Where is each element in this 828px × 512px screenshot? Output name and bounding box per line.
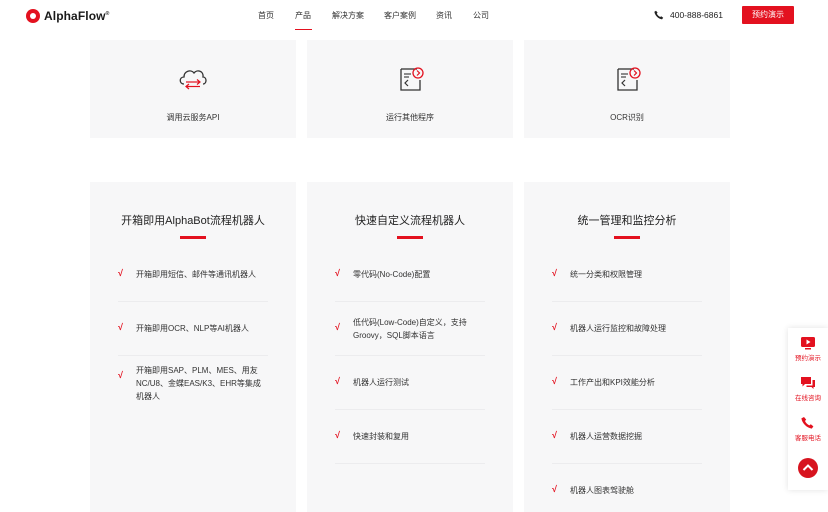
feature-column-management: 统一管理和监控分析 √ 统一分类和权限管理 √ 机器人运行监控和故障处理 √ 工… [524,182,730,512]
feature-item: √ 开箱即用短信、邮件等通讯机器人 [118,268,268,302]
tile-label: 运行其他程序 [386,113,434,122]
feature-item: √ 机器人运行测试 [335,376,485,410]
check-icon: √ [552,484,557,494]
nav-products[interactable]: 产品 [295,0,312,32]
chat-bubble-icon [801,377,815,389]
feature-item: √ 快速封装和复用 [335,430,485,464]
nav-company[interactable]: 公司 [473,0,503,32]
title-underline [397,236,423,239]
check-icon: √ [335,322,340,332]
side-book-demo[interactable]: 预约演示 [788,336,828,362]
ocr-window-icon [617,67,641,91]
tile-run-programs[interactable]: 运行其他程序 [307,40,513,138]
feature-item-text: 机器人图表驾驶舱 [570,486,634,495]
phone-icon [801,417,814,429]
title-underline [614,236,640,239]
check-icon: √ [552,376,557,386]
check-icon: √ [118,268,123,278]
column-title: 统一管理和监控分析 [577,215,677,227]
check-icon: √ [552,268,557,278]
phone-icon [654,10,664,20]
code-window-icon [400,67,424,91]
feature-item-text: 开箱即用短信、邮件等通讯机器人 [136,270,256,279]
feature-item: √ 零代码(No-Code)配置 [335,268,485,302]
feature-item: √ 工作产出和KPI效能分析 [552,376,702,410]
side-online-consult[interactable]: 在线咨询 [788,376,828,402]
logo-registered-mark: ® [105,11,110,17]
feature-column-alphabot: 开箱即用AlphaBot流程机器人 √ 开箱即用短信、邮件等通讯机器人 √ 开箱… [90,182,296,512]
feature-item: √ 开箱即用OCR、NLP等AI机器人 [118,322,268,356]
tile-cloud-api[interactable]: 调用云服务API [90,40,296,138]
phone-contact[interactable]: 400-888-6861 [654,10,723,20]
arrow-up-icon [802,464,814,471]
tile-ocr[interactable]: OCR识别 [524,40,730,138]
feature-item-text: 快速封装和复用 [353,432,409,441]
feature-item-text: 统一分类和权限管理 [570,270,642,279]
logo[interactable]: AlphaFlow® [26,8,109,24]
feature-item-text: 开箱即用OCR、NLP等AI机器人 [136,324,249,333]
check-icon: √ [335,268,340,278]
feature-item: √ 开箱即用SAP、PLM、MES、用友NC/U8、金蝶EAS/K3、EHR等集… [118,364,268,412]
feature-item-text: 低代码(Low-Code)自定义，支持Groovy，SQL脚本语言 [353,318,467,340]
check-icon: √ [552,322,557,332]
feature-item: √ 机器人运行监控和故障处理 [552,322,702,356]
back-to-top-button[interactable] [798,458,818,478]
side-label: 预约演示 [795,355,821,362]
feature-item-text: 机器人运营数据挖掘 [570,432,642,441]
book-demo-button[interactable]: 预约演示 [742,6,794,24]
tile-label: 调用云服务API [166,113,220,122]
feature-column-custom: 快速自定义流程机器人 √ 零代码(No-Code)配置 √ 低代码(Low-Co… [307,182,513,512]
phone-number: 400-888-6861 [670,10,723,20]
video-play-icon [801,337,815,350]
check-icon: √ [118,370,123,380]
cloud-sync-icon [179,70,207,90]
check-icon: √ [552,430,557,440]
feature-item-text: 工作产出和KPI效能分析 [570,378,655,387]
check-icon: √ [335,376,340,386]
feature-item: √ 统一分类和权限管理 [552,268,702,302]
check-icon: √ [118,322,123,332]
nav-solutions[interactable]: 解决方案 [332,0,384,32]
column-title: 快速自定义流程机器人 [355,215,465,227]
column-title: 开箱即用AlphaBot流程机器人 [121,215,265,227]
side-label: 在线咨询 [795,395,821,402]
nav-home[interactable]: 首页 [258,0,295,32]
side-service-phone[interactable]: 客服电话 [788,416,828,442]
feature-item: √ 低代码(Low-Code)自定义，支持Groovy，SQL脚本语言 [335,316,485,356]
feature-item-text: 机器人运行测试 [353,378,409,387]
feature-item: √ 机器人图表驾驶舱 [552,484,702,504]
nav-cases[interactable]: 客户案例 [384,0,436,32]
logo-mark-icon [26,9,40,23]
feature-item-text: 机器人运行监控和故障处理 [570,324,666,333]
title-underline [180,236,206,239]
side-contact-panel: 预约演示 在线咨询 客服电话 [788,328,828,490]
feature-item-text: 开箱即用SAP、PLM、MES、用友NC/U8、金蝶EAS/K3、EHR等集成机… [136,366,261,401]
feature-item-text: 零代码(No-Code)配置 [353,270,431,279]
tile-label: OCR识别 [610,113,644,122]
side-label: 客服电话 [795,435,821,442]
check-icon: √ [335,430,340,440]
main-nav: 首页 产品 解决方案 客户案例 资讯 公司 [258,0,503,32]
logo-text: AlphaFlow [44,9,106,23]
nav-news[interactable]: 资讯 [436,0,473,32]
top-header: AlphaFlow® 首页 产品 解决方案 客户案例 资讯 公司 400-888… [0,0,828,32]
feature-item: √ 机器人运营数据挖掘 [552,430,702,464]
